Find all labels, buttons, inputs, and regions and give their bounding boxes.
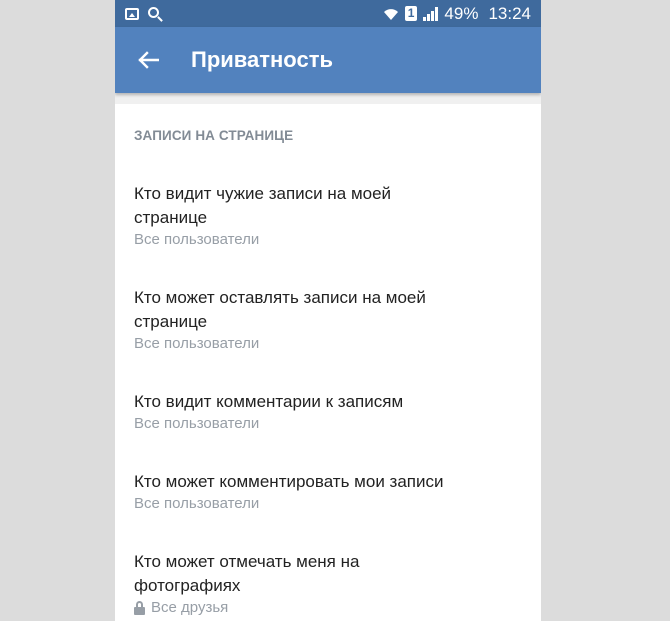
status-bar-left bbox=[125, 7, 159, 20]
battery-percent: 49% bbox=[444, 3, 479, 23]
setting-who-sees-comments[interactable]: Кто видит комментарии к записям Все поль… bbox=[115, 390, 541, 434]
setting-title: Кто может оставлять записи на моей bbox=[134, 288, 426, 307]
setting-who-sees-others-posts[interactable]: Кто видит чужие записи на моей странице … bbox=[115, 182, 541, 250]
setting-title: странице bbox=[134, 208, 208, 227]
setting-title: Кто может отмечать меня на bbox=[134, 552, 360, 571]
setting-value: Все пользователи bbox=[134, 494, 521, 514]
setting-who-can-comment[interactable]: Кто может комментировать мои записи Все … bbox=[115, 470, 541, 514]
gallery-icon bbox=[125, 7, 139, 20]
arrow-left-icon bbox=[138, 51, 159, 69]
setting-who-can-post[interactable]: Кто может оставлять записи на моей стран… bbox=[115, 286, 541, 354]
section-header: ЗАПИСИ НА СТРАНИЦЕ bbox=[134, 128, 294, 143]
lock-icon bbox=[134, 601, 145, 615]
setting-value: Все пользователи bbox=[134, 230, 521, 250]
phone-screen: 1 49% 13:24 Приватность ЗАПИСИ НА СТРАНИ… bbox=[115, 0, 541, 621]
search-icon bbox=[148, 7, 159, 18]
setting-who-can-tag-in-photos[interactable]: Кто может отмечать меня на фотографиях В… bbox=[115, 550, 541, 618]
setting-value-text: Все пользователи bbox=[134, 495, 260, 512]
setting-value-text: Все пользователи bbox=[134, 335, 260, 352]
app-bar: Приватность bbox=[115, 27, 541, 93]
setting-value-text: Все друзья bbox=[151, 599, 229, 616]
page-title: Приватность bbox=[191, 47, 333, 72]
setting-title: Кто видит чужие записи на моей bbox=[134, 184, 392, 203]
setting-value: Все пользователи bbox=[134, 414, 521, 434]
back-button[interactable] bbox=[115, 27, 181, 93]
wifi-icon bbox=[383, 8, 398, 20]
setting-value-text: Все пользователи bbox=[134, 415, 260, 432]
signal-icon bbox=[423, 6, 439, 21]
setting-title: Кто видит комментарии к записям bbox=[134, 392, 404, 411]
setting-title: Кто может комментировать мои записи bbox=[134, 472, 444, 491]
setting-value: Все пользователи bbox=[134, 334, 521, 354]
setting-title: странице bbox=[134, 312, 208, 331]
status-bar: 1 49% 13:24 bbox=[115, 0, 541, 27]
status-bar-right: 1 49% 13:24 bbox=[383, 4, 531, 24]
clock: 13:24 bbox=[488, 3, 531, 23]
setting-value: Все друзья bbox=[134, 598, 521, 618]
setting-title: фотографиях bbox=[134, 576, 241, 595]
settings-list: ЗАПИСИ НА СТРАНИЦЕ Кто видит чужие запис… bbox=[115, 104, 541, 621]
setting-value-text: Все пользователи bbox=[134, 231, 260, 248]
sim-icon: 1 bbox=[404, 6, 418, 21]
